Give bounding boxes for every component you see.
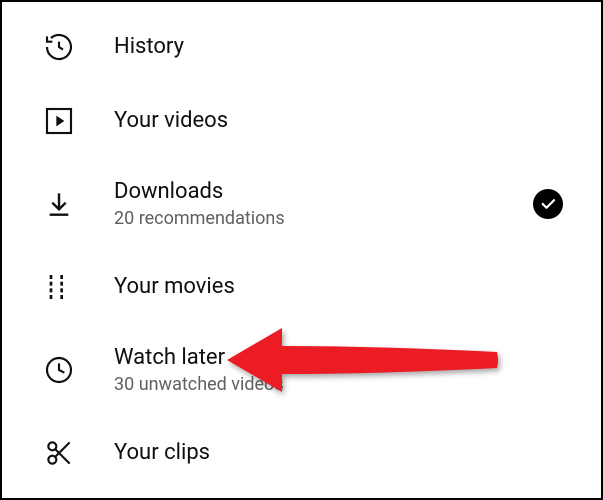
menu-item-downloads[interactable]: Downloads 20 recommendations — [2, 158, 601, 250]
scissors-icon — [42, 436, 76, 470]
check-badge-icon — [533, 189, 563, 219]
film-icon — [42, 270, 76, 304]
menu-label: Your videos — [114, 107, 228, 136]
download-icon — [42, 187, 76, 221]
menu-item-your-clips[interactable]: Your clips — [2, 416, 601, 490]
menu-label: Your clips — [114, 439, 210, 468]
menu-label: Your movies — [114, 273, 235, 302]
menu-label: History — [114, 33, 184, 62]
menu-sublabel: 20 recommendations — [114, 207, 285, 230]
menu-label: Watch later — [114, 344, 284, 373]
play-box-icon — [42, 104, 76, 138]
history-icon — [42, 30, 76, 64]
menu-item-your-videos[interactable]: Your videos — [2, 84, 601, 158]
clock-icon — [42, 353, 76, 387]
menu-item-watch-later[interactable]: Watch later 30 unwatched videos — [2, 324, 601, 416]
menu-item-your-movies[interactable]: Your movies — [2, 250, 601, 324]
menu-item-history[interactable]: History — [2, 10, 601, 84]
library-menu: History Your videos Downloads 20 recomme… — [2, 2, 601, 490]
menu-label: Downloads — [114, 178, 285, 207]
menu-sublabel: 30 unwatched videos — [114, 373, 284, 396]
